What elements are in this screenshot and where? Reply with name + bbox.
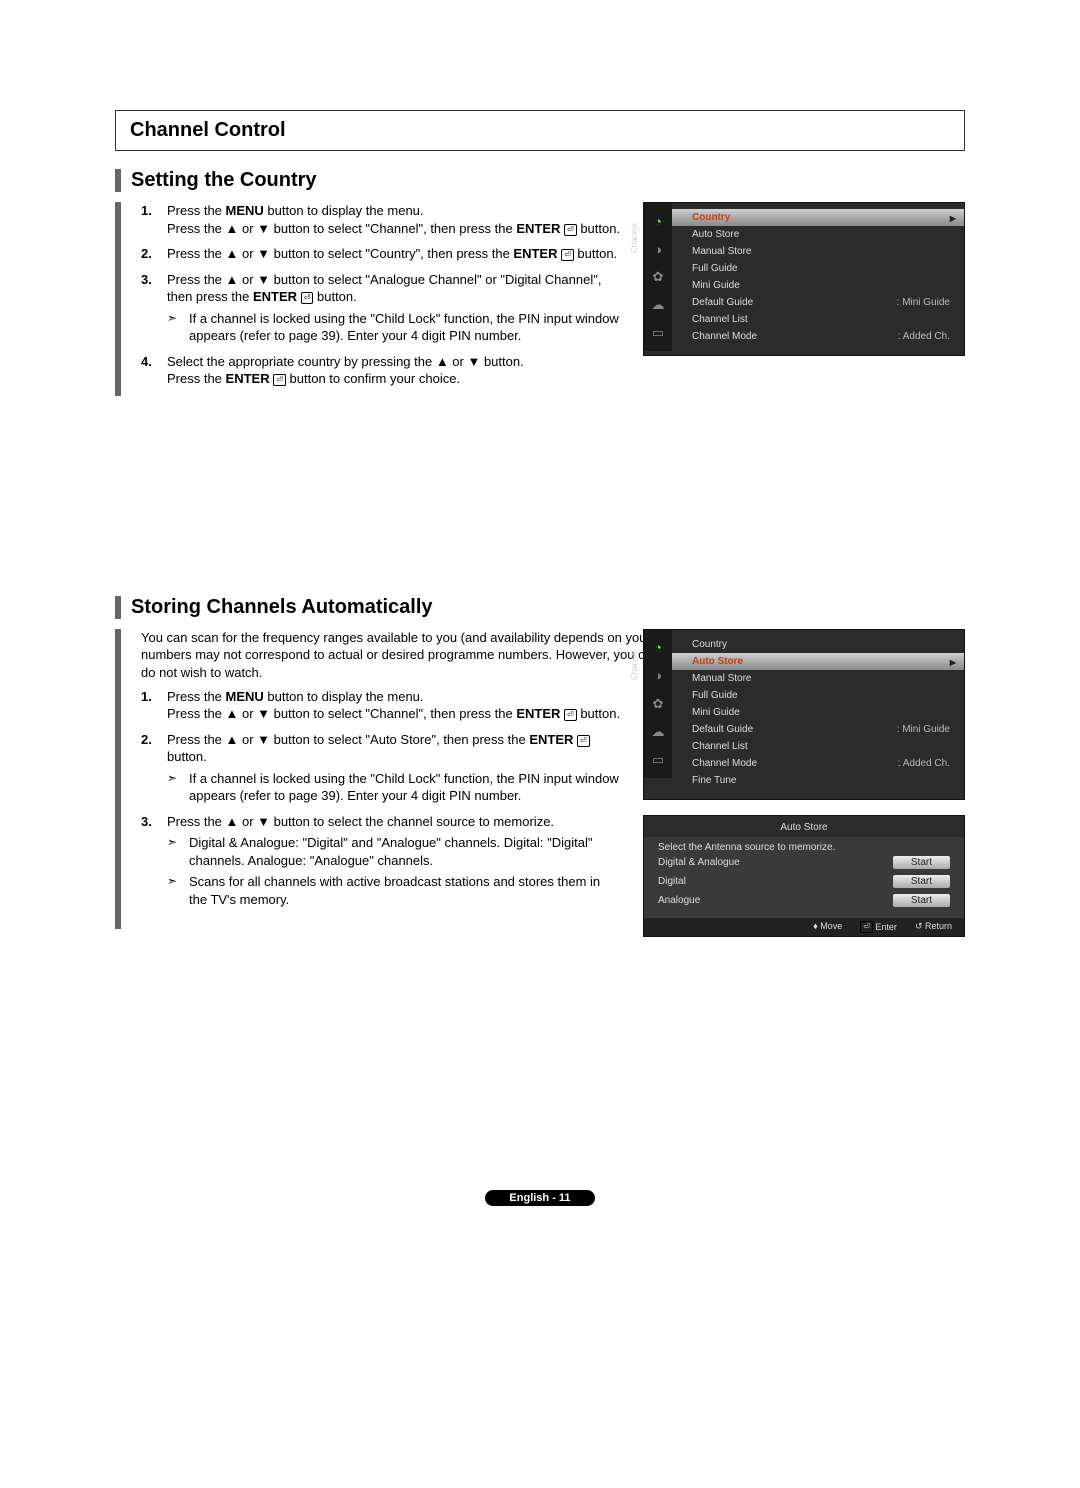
osd-tabs: ◔ ◑ ✿ ☁ ▭ [644, 203, 672, 351]
osd-tab-label: Channel [630, 223, 639, 253]
section-setting-country: Setting the Country Press the MENU butto… [115, 169, 965, 396]
row-analogue: Analogue Start [658, 891, 950, 910]
osd-menu-channel-2: Channel ◔ ◑ ✿ ☁ ▭ Country Auto Store Man… [643, 629, 965, 800]
enter-icon [860, 921, 873, 933]
osd-item-fine-tune[interactable]: Fine Tune [672, 772, 964, 789]
hint-move: ♦ Move [813, 921, 842, 933]
step-1: Press the MENU button to display the men… [141, 688, 621, 723]
step-3-note-b: Scans for all channels with active broad… [167, 873, 621, 908]
step-3: Press the ▲ or ▼ button to select "Analo… [141, 271, 621, 345]
picture-icon[interactable]: ◑ [650, 241, 666, 257]
steps-list: Press the MENU button to display the men… [141, 202, 621, 388]
osd-item-full-guide[interactable]: Full Guide [672, 260, 964, 277]
step-4: Select the appropriate country by pressi… [141, 353, 621, 388]
enter-icon [564, 224, 577, 236]
row-digital: Digital Start [658, 872, 950, 891]
step-2: Press the ▲ or ▼ button to select "Auto … [141, 731, 621, 805]
picture-icon[interactable]: ◑ [650, 668, 666, 684]
osd-item-auto-store[interactable]: Auto Store [672, 226, 964, 243]
osd-item-manual-store[interactable]: Manual Store [672, 670, 964, 687]
section-storing-channels: Storing Channels Automatically You can s… [115, 596, 965, 929]
heading-accent-bar [115, 596, 121, 619]
sound-icon[interactable]: ✿ [650, 696, 666, 712]
osd-item-default-guide[interactable]: Default Guide: Mini Guide [672, 721, 964, 738]
osd-list: Country Auto Store Manual Store Full Gui… [672, 203, 964, 355]
page-title-box: Channel Control [115, 110, 965, 151]
osd-item-manual-store[interactable]: Manual Store [672, 243, 964, 260]
step-1: Press the MENU button to display the men… [141, 202, 621, 237]
channel-icon[interactable]: ◔ [650, 213, 666, 229]
enter-icon [301, 292, 314, 304]
section-heading: Storing Channels Automatically [131, 596, 433, 619]
osd-item-channel-mode[interactable]: Channel Mode: Added Ch. [672, 328, 964, 345]
osd-item-default-guide[interactable]: Default Guide: Mini Guide [672, 294, 964, 311]
hint-return: ↺ Return [915, 921, 952, 933]
osd-item-channel-mode[interactable]: Channel Mode: Added Ch. [672, 755, 964, 772]
enter-icon [577, 735, 590, 747]
hint-enter: Enter [860, 921, 897, 933]
input-icon[interactable]: ▭ [650, 325, 666, 341]
osd-item-channel-list[interactable]: Channel List [672, 311, 964, 328]
section-side-bar [115, 629, 121, 929]
step-3-note-a: Digital & Analogue: "Digital" and "Analo… [167, 834, 621, 869]
osd-item-country[interactable]: Country [672, 209, 964, 226]
osd-item-auto-store[interactable]: Auto Store [672, 653, 964, 670]
osd-item-mini-guide[interactable]: Mini Guide [672, 277, 964, 294]
step-3-note: If a channel is locked using the "Child … [167, 310, 621, 345]
steps-list: Press the MENU button to display the men… [141, 688, 621, 909]
dialog-footer: ♦ Move Enter ↺ Return [644, 918, 964, 936]
input-icon[interactable]: ▭ [650, 752, 666, 768]
step-2: Press the ▲ or ▼ button to select "Count… [141, 245, 621, 263]
start-button[interactable]: Start [893, 875, 950, 888]
page-title: Channel Control [130, 119, 950, 142]
step-3: Press the ▲ or ▼ button to select the ch… [141, 813, 621, 909]
enter-icon [561, 249, 574, 261]
osd-list: Country Auto Store Manual Store Full Gui… [672, 630, 964, 799]
row-digital-analogue: Digital & Analogue Start [658, 853, 950, 872]
dialog-description: Select the Antenna source to memorize. [658, 842, 950, 853]
setup-icon[interactable]: ☁ [650, 297, 666, 313]
start-button[interactable]: Start [893, 856, 950, 869]
section-side-bar [115, 202, 121, 396]
osd-item-channel-list[interactable]: Channel List [672, 738, 964, 755]
section-heading: Setting the Country [131, 169, 317, 192]
heading-accent-bar [115, 169, 121, 192]
step-2-note: If a channel is locked using the "Child … [167, 770, 621, 805]
dialog-title: Auto Store [644, 822, 964, 837]
osd-tab-label: Channel [630, 650, 639, 680]
setup-icon[interactable]: ☁ [650, 724, 666, 740]
page-number: English - 11 [485, 1190, 594, 1206]
osd-item-mini-guide[interactable]: Mini Guide [672, 704, 964, 721]
enter-icon [564, 709, 577, 721]
sound-icon[interactable]: ✿ [650, 269, 666, 285]
osd-menu-channel-1: Channel ◔ ◑ ✿ ☁ ▭ Country Auto Store Man… [643, 202, 965, 356]
osd-auto-store-dialog: Auto Store Select the Antenna source to … [643, 815, 965, 937]
osd-item-full-guide[interactable]: Full Guide [672, 687, 964, 704]
start-button[interactable]: Start [893, 894, 950, 907]
enter-icon [273, 374, 286, 386]
channel-icon[interactable]: ◔ [650, 640, 666, 656]
osd-item-country[interactable]: Country [672, 636, 964, 653]
osd-tabs: ◔ ◑ ✿ ☁ ▭ [644, 630, 672, 778]
